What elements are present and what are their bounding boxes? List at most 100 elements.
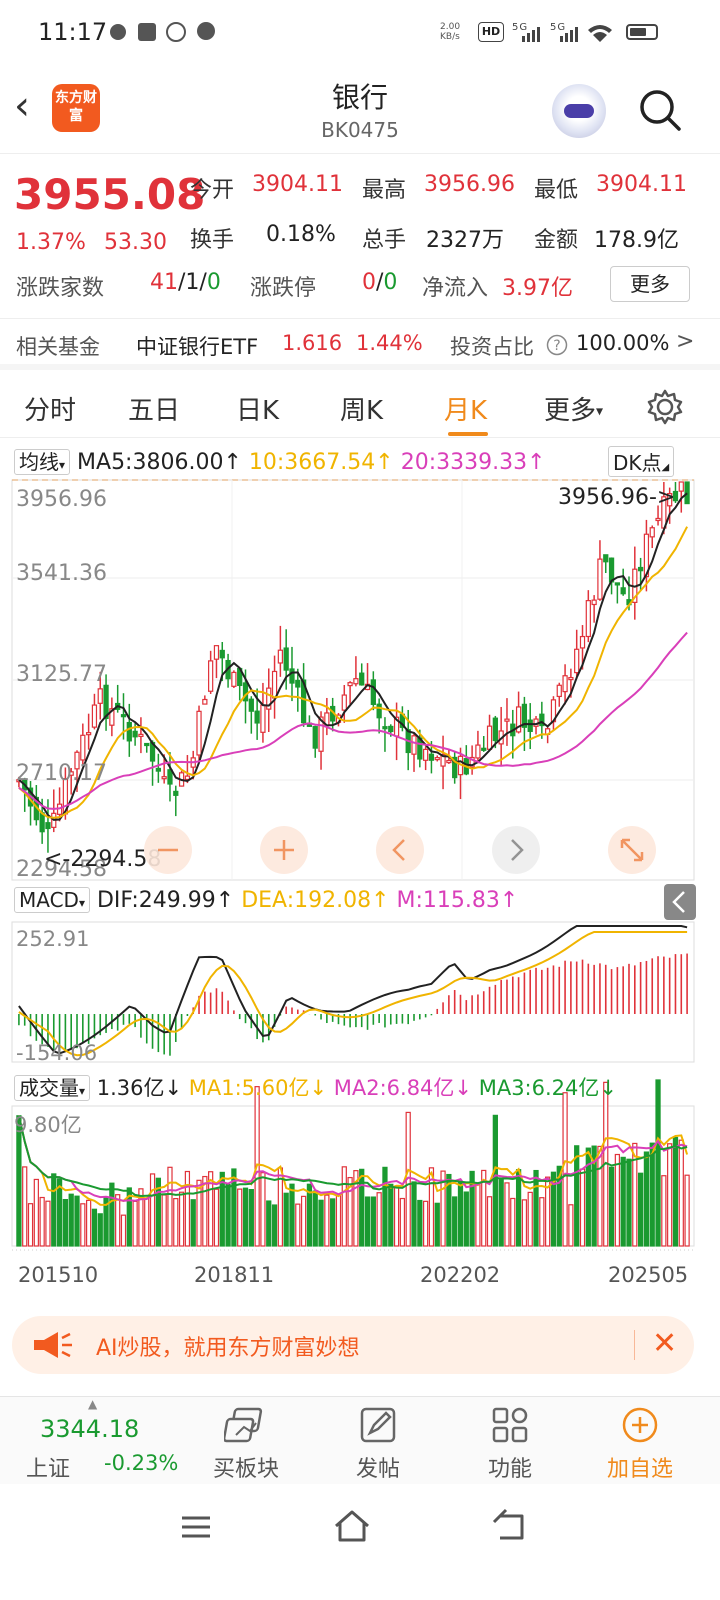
back-nav-icon[interactable]	[490, 1508, 530, 1544]
volume-bar	[190, 1199, 196, 1247]
open-label: 今开	[190, 178, 235, 203]
ma-line	[18, 526, 688, 819]
volume-bar	[579, 1168, 586, 1247]
svg-text:5G: 5G	[512, 22, 528, 33]
candle-body	[248, 698, 254, 712]
volume-bar	[620, 1156, 626, 1247]
post-button[interactable]: 发帖	[328, 1405, 428, 1483]
candle-body	[556, 684, 562, 698]
turnover-label: 换手	[190, 228, 235, 253]
ai-banner[interactable]: AI炒股，就用东方财富妙想 ✕	[12, 1316, 694, 1374]
tab-intraday[interactable]: 分时	[24, 390, 76, 427]
back-icon[interactable]: ‹	[14, 86, 30, 126]
volume-bar	[225, 1183, 231, 1247]
more-button[interactable]: 更多	[610, 266, 690, 302]
function-button[interactable]: 功能	[460, 1405, 560, 1483]
tab-five-day[interactable]: 五日	[128, 390, 180, 427]
ai-banner-text[interactable]: AI炒股，就用东方财富妙想	[96, 1330, 360, 1362]
home-icon[interactable]	[332, 1508, 372, 1544]
high-label: 最高	[362, 178, 407, 203]
candle-body	[475, 744, 481, 759]
volume-bar	[149, 1173, 156, 1247]
price-axis-label: 3956.96	[16, 487, 107, 512]
volume-bar	[452, 1196, 458, 1247]
candle-body	[277, 649, 284, 664]
low-value: 3904.11	[596, 172, 687, 197]
volume-bar	[202, 1175, 208, 1247]
volume-bar	[359, 1168, 365, 1247]
settings-gear-icon[interactable]	[646, 388, 684, 426]
fullscreen-button[interactable]	[608, 826, 656, 874]
sector-code: BK0475	[321, 118, 399, 142]
macd-select[interactable]: MACD▾	[14, 887, 90, 913]
current-price: 3955.08	[14, 170, 206, 219]
tab-monthly-k[interactable]: 月K	[444, 390, 487, 427]
add-watchlist-label: 加自选	[606, 1457, 673, 1482]
fund-name[interactable]: 中证银行ETF	[136, 331, 258, 361]
help-icon[interactable]: ?	[546, 334, 568, 356]
status-time: 11:17	[38, 18, 108, 46]
candle-body	[341, 694, 347, 711]
add-watchlist-button[interactable]: 加自选	[590, 1405, 690, 1483]
collapse-panel-button[interactable]	[664, 884, 696, 920]
candle-body	[591, 599, 597, 606]
related-fund-row[interactable]: 相关基金 中证银行ETF 1.616 1.44% 投资占比 ? 100.00% …	[0, 318, 720, 370]
candle-body	[388, 725, 394, 733]
tab-weekly-k[interactable]: 周K	[340, 390, 383, 427]
close-icon[interactable]: ✕	[652, 1326, 677, 1361]
tab-daily-k[interactable]: 日K	[236, 390, 279, 427]
zoom-in-button[interactable]	[260, 826, 308, 874]
volume-bar	[417, 1199, 423, 1247]
candle-body	[678, 481, 684, 492]
zoom-out-button[interactable]	[144, 826, 192, 874]
volume-bar	[498, 1179, 504, 1247]
volume-bar	[411, 1181, 417, 1247]
volume-select[interactable]: 成交量▾	[14, 1075, 91, 1101]
netflow-value: 3.97亿	[502, 276, 573, 301]
volume-bar	[684, 1174, 690, 1247]
caret-down-icon: ▾	[79, 1084, 86, 1098]
change-amount: 53.30	[104, 230, 167, 255]
candle-body	[382, 726, 388, 730]
buy-sector-button[interactable]: 买板块	[196, 1405, 296, 1483]
candle-body	[80, 734, 86, 761]
macd-lines	[18, 925, 688, 1057]
volume-bar	[161, 1194, 167, 1247]
price-axis-label: 2710.17	[16, 761, 107, 786]
volume-ma3: MA3:6.24亿↓	[478, 1076, 617, 1100]
candle-body	[684, 481, 690, 505]
index-value[interactable]: 3344.18	[40, 1415, 139, 1443]
app-logo[interactable]: 东方财富	[52, 84, 100, 132]
kline-chart[interactable]: 3956.96 3541.36 3125.77 2710.17 2294.58 …	[0, 440, 720, 1310]
volume-bar	[27, 1203, 34, 1247]
volume-bar	[318, 1199, 324, 1247]
volume-indicator-row: 成交量▾ 1.36亿↓ MA1:5.60亿↓ MA2:6.84亿↓ MA3:6.…	[14, 1072, 617, 1102]
candle-body	[434, 757, 440, 761]
scroll-right-button[interactable]	[492, 826, 540, 874]
candle-body	[637, 566, 644, 572]
index-percent[interactable]: -0.23%	[104, 1451, 178, 1475]
volume-bar	[300, 1195, 307, 1247]
amount-value: 178.9亿	[594, 228, 679, 253]
volume-bar	[109, 1182, 115, 1247]
candle-body	[231, 671, 237, 687]
tab-more[interactable]: 更多▾	[544, 390, 603, 427]
open-value: 3904.11	[252, 172, 343, 197]
volume-ma1: MA1:5.60亿↓	[188, 1076, 328, 1100]
menu-icon[interactable]	[178, 1512, 214, 1542]
candle-body	[132, 730, 138, 738]
candle-body	[202, 698, 208, 705]
volume-bar	[260, 1172, 266, 1247]
index-name[interactable]: 上证	[26, 1451, 70, 1483]
volume-bar	[144, 1197, 150, 1247]
assistant-robot-icon[interactable]	[552, 84, 606, 138]
chevron-right-icon[interactable]: >	[676, 329, 694, 354]
search-icon[interactable]	[638, 88, 682, 132]
scroll-left-button[interactable]	[376, 826, 424, 874]
volume-bar	[289, 1183, 295, 1247]
volume-bar	[248, 1189, 254, 1247]
candle-body	[208, 660, 214, 692]
volume-bar	[45, 1200, 51, 1247]
hd-icon: HD	[478, 22, 504, 42]
flat-count: 1	[185, 270, 200, 295]
